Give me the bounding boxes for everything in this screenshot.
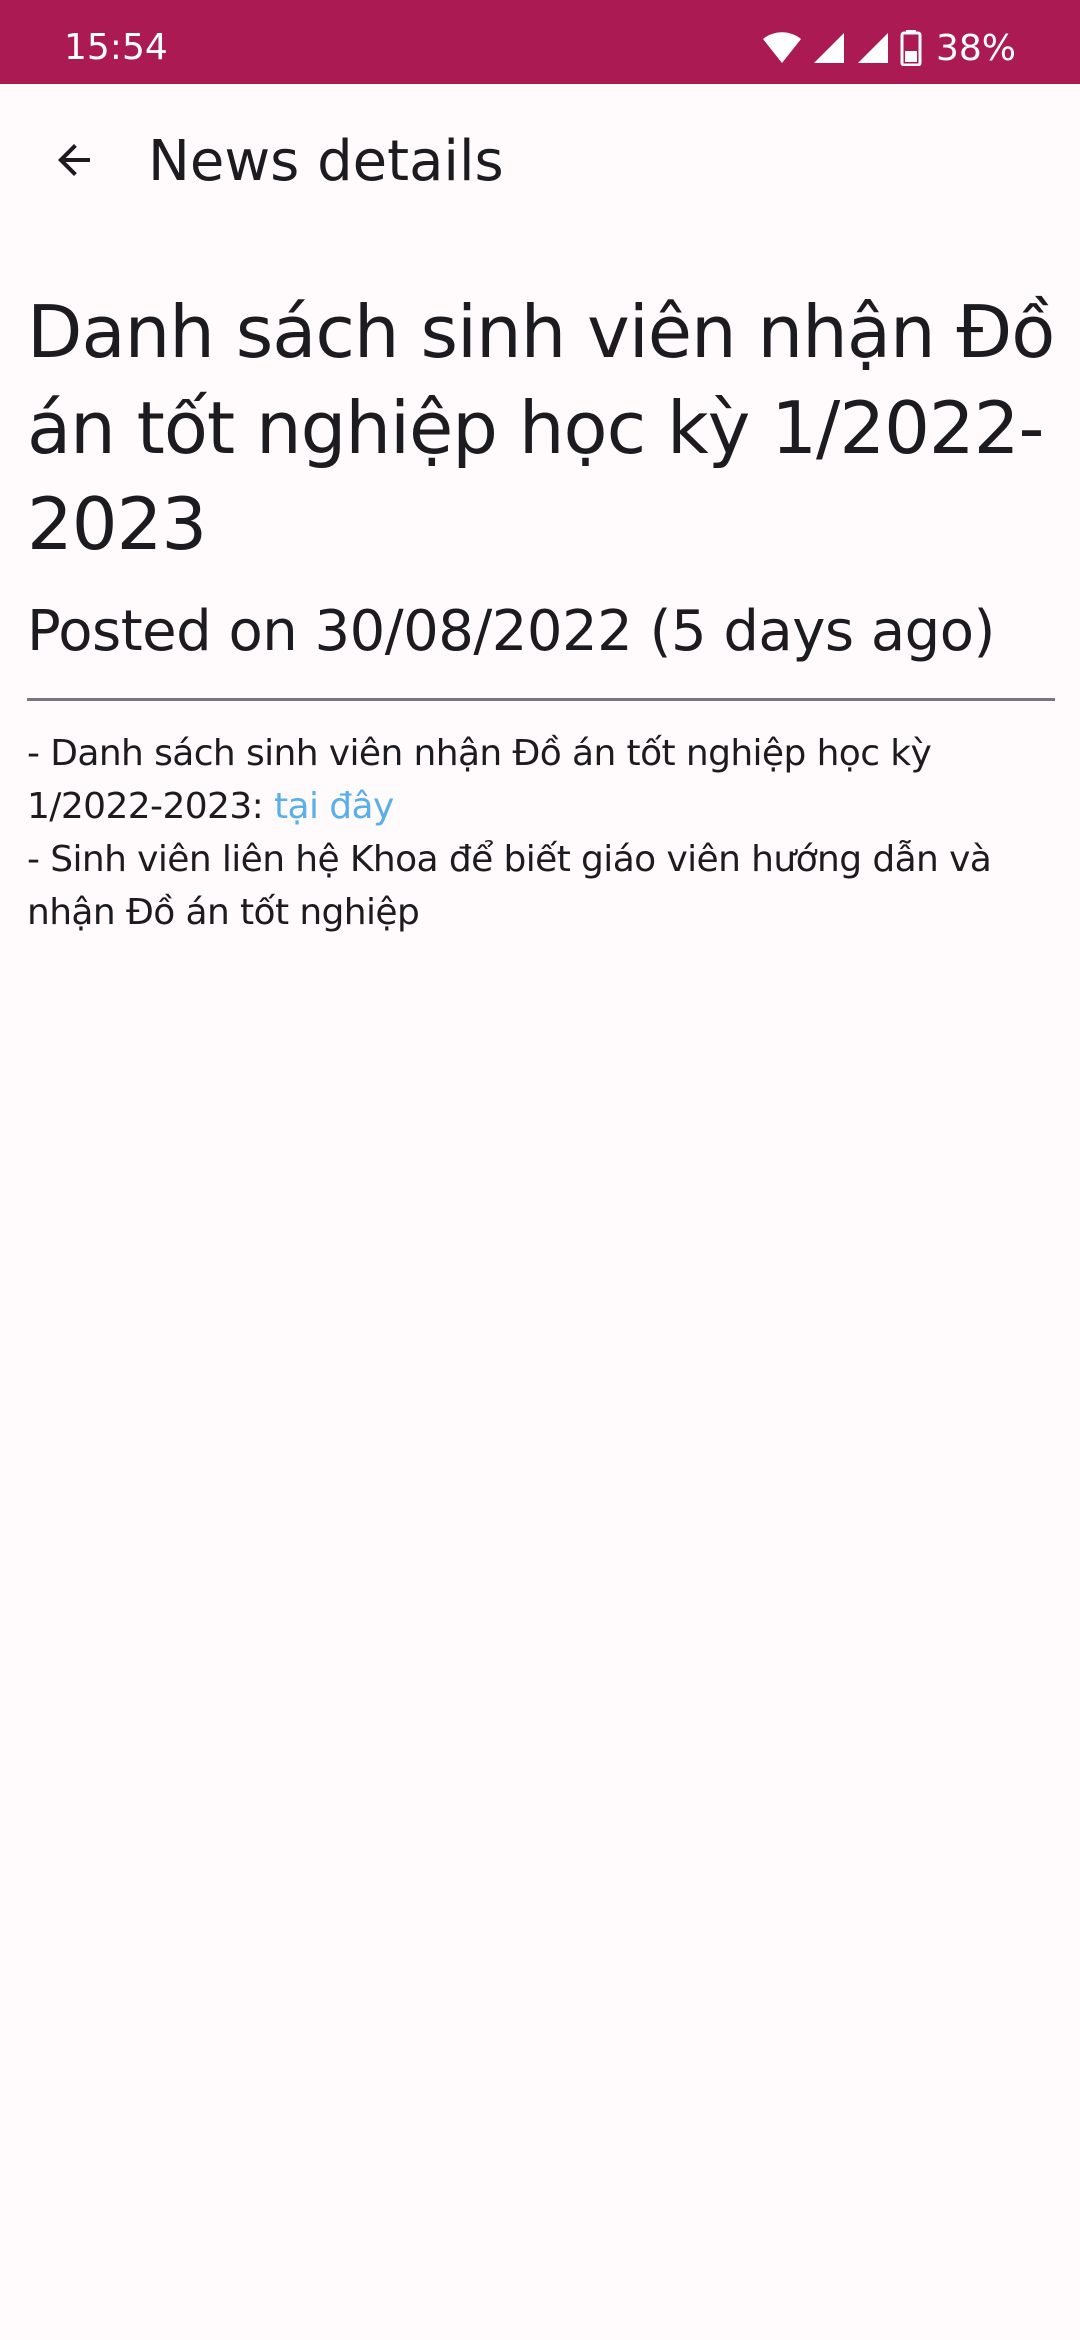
body-line-1: - Danh sách sinh viên nhận Đồ án tốt ngh… — [27, 727, 1057, 833]
page-title: News details — [148, 129, 504, 194]
divider — [27, 698, 1055, 701]
wifi-icon — [762, 31, 802, 65]
body-line-2: - Sinh viên liên hệ Khoa để biết giáo vi… — [27, 839, 992, 933]
battery-level: 38% — [935, 27, 1016, 69]
status-icons: 38% — [762, 0, 1016, 84]
article-content: Danh sách sinh viên nhận Đồ án tốt nghiệ… — [27, 284, 1057, 939]
posted-date: Posted on 30/08/2022 (5 days ago) — [27, 599, 995, 664]
signal-icon — [812, 31, 846, 65]
arrow-back-icon — [50, 136, 98, 189]
status-bar: 15:54 38% — [0, 0, 1080, 84]
status-time: 15:54 — [64, 27, 168, 68]
article-body: - Danh sách sinh viên nhận Đồ án tốt ngh… — [27, 727, 1057, 939]
article-title: Danh sách sinh viên nhận Đồ án tốt nghiệ… — [27, 290, 1055, 566]
body-line-1-text: - Danh sách sinh viên nhận Đồ án tốt ngh… — [27, 733, 932, 827]
battery-icon — [900, 30, 922, 66]
app-bar: News details — [0, 84, 1080, 252]
signal-icon — [856, 31, 890, 65]
here-link[interactable]: tại đây — [274, 786, 394, 827]
back-button[interactable] — [32, 120, 116, 204]
